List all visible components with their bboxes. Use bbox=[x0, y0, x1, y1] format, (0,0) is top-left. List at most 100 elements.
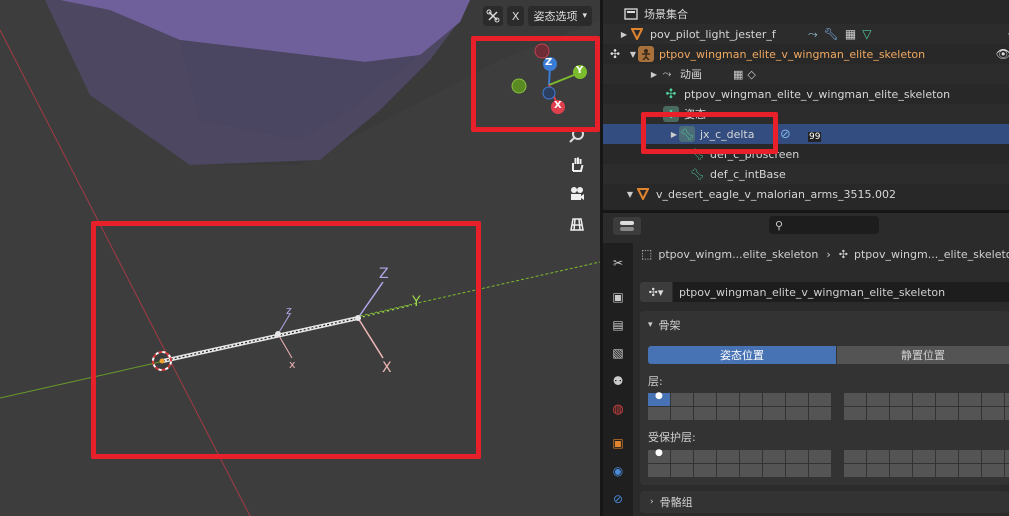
layer-toggle[interactable] bbox=[867, 450, 889, 463]
bone-select-icon[interactable] bbox=[482, 6, 503, 26]
layer-toggle[interactable] bbox=[694, 450, 716, 463]
layer-toggle[interactable] bbox=[913, 450, 935, 463]
list-item[interactable]: ✣ 姿态 bbox=[603, 104, 1009, 124]
zoom-icon[interactable] bbox=[564, 122, 590, 148]
pose-position-button[interactable]: 姿态位置 bbox=[648, 346, 836, 364]
list-item[interactable]: 🦴︎ def_c_intBase bbox=[603, 164, 1009, 184]
layer-toggle[interactable] bbox=[786, 407, 808, 420]
layer-toggle[interactable] bbox=[740, 450, 762, 463]
layer-toggle[interactable] bbox=[671, 407, 693, 420]
list-item[interactable]: ▶ pov_pilot_light_jester_f ⤳🔧︎▦▽ 👁︎ bbox=[603, 24, 1009, 44]
layer-toggle[interactable] bbox=[913, 407, 935, 420]
layer-toggle[interactable] bbox=[1005, 450, 1009, 463]
output-tab-icon[interactable]: ▤ bbox=[608, 315, 628, 335]
pose-options-dropdown[interactable]: 姿态选项 ▾ bbox=[528, 6, 592, 26]
layer-toggle[interactable] bbox=[763, 393, 785, 406]
protected-layers-grid-a[interactable] bbox=[648, 450, 831, 477]
expand-arrow-icon[interactable]: ▶ bbox=[649, 70, 659, 79]
layer-toggle[interactable] bbox=[890, 450, 912, 463]
layer-toggle[interactable] bbox=[913, 464, 935, 477]
layer-toggle[interactable] bbox=[959, 407, 981, 420]
layer-toggle[interactable] bbox=[740, 464, 762, 477]
layer-toggle[interactable] bbox=[786, 450, 808, 463]
armature-browse-icon[interactable]: ✣▾ bbox=[640, 282, 672, 302]
layer-toggle[interactable] bbox=[717, 464, 739, 477]
layer-toggle[interactable] bbox=[671, 464, 693, 477]
layer-toggle[interactable] bbox=[740, 393, 762, 406]
view-layer-tab-icon[interactable]: ▧ bbox=[608, 343, 628, 363]
render-tab-icon[interactable]: ▣ bbox=[608, 287, 628, 307]
layer-toggle[interactable] bbox=[844, 464, 866, 477]
layer-toggle[interactable] bbox=[867, 464, 889, 477]
layer-toggle[interactable] bbox=[936, 407, 958, 420]
mirror-x-button[interactable]: X bbox=[506, 6, 525, 26]
constraint-tab-icon[interactable]: ⊘ bbox=[608, 489, 628, 509]
layer-toggle[interactable] bbox=[982, 407, 1004, 420]
list-item[interactable]: 🦴︎ def_c_proscreen bbox=[603, 144, 1009, 164]
layer-toggle[interactable] bbox=[648, 464, 670, 477]
3d-viewport[interactable]: Z Y X Z X z x Y X 姿态选项 ▾ bbox=[0, 0, 600, 516]
layer-toggle[interactable] bbox=[890, 393, 912, 406]
layer-toggle[interactable] bbox=[717, 450, 739, 463]
layer-toggle[interactable] bbox=[913, 393, 935, 406]
layer-toggle[interactable] bbox=[982, 393, 1004, 406]
data-block-selector[interactable]: ✣▾ ptpov_wingman_elite_v_wingman_elite_s… bbox=[640, 282, 1009, 302]
panel-header[interactable]: ▾ 骨架 bbox=[648, 317, 681, 333]
list-item[interactable]: ✣ ▼ ptpov_wingman_elite_v_wingman_elite_… bbox=[603, 44, 1009, 64]
search-input[interactable]: ⚲ bbox=[769, 216, 879, 234]
list-item-selected[interactable]: ▶ 🦴︎ jx_c_delta ⊘ 99 bbox=[603, 124, 1009, 144]
layer-toggle[interactable] bbox=[867, 407, 889, 420]
layer-toggle[interactable] bbox=[694, 393, 716, 406]
protected-layers-grid-b[interactable] bbox=[844, 450, 1009, 477]
scene-tab-icon[interactable]: ⚉ bbox=[608, 371, 628, 391]
layer-toggle[interactable] bbox=[717, 407, 739, 420]
rest-position-button[interactable]: 静置位置 bbox=[837, 346, 1009, 364]
grid-icon[interactable] bbox=[564, 211, 590, 237]
layer-toggle[interactable] bbox=[809, 464, 831, 477]
layer-toggle[interactable] bbox=[844, 450, 866, 463]
layer-toggle[interactable] bbox=[717, 393, 739, 406]
expand-arrow-icon[interactable]: ▼ bbox=[628, 50, 638, 59]
layer-toggle[interactable] bbox=[809, 393, 831, 406]
visibility-eye-icon[interactable]: 👁︎ bbox=[996, 47, 1009, 61]
data-name-field[interactable]: ptpov_wingman_elite_v_wingman_elite_skel… bbox=[673, 282, 1009, 302]
camera-icon[interactable] bbox=[564, 181, 590, 207]
layer-toggle[interactable] bbox=[982, 464, 1004, 477]
layer-toggle[interactable] bbox=[809, 407, 831, 420]
object-tab-icon[interactable]: ▣ bbox=[608, 433, 628, 453]
layer-toggle[interactable] bbox=[1005, 464, 1009, 477]
layer-toggle[interactable] bbox=[844, 407, 866, 420]
layer-toggle[interactable] bbox=[936, 393, 958, 406]
list-item[interactable]: ▶ ⤳ 动画 ▦ ◇ bbox=[603, 64, 1009, 84]
layer-toggle[interactable] bbox=[867, 393, 889, 406]
list-item[interactable]: ▼ v_desert_eagle_v_malorian_arms_3515.00… bbox=[603, 184, 1009, 204]
layer-toggle[interactable] bbox=[1005, 393, 1009, 406]
properties-editor[interactable]: ⚲ ✂︎ ▣ ▤ ▧ ⚉ ◍ ▣ ◉ ⊘ ⬚ ptpov_wingm...eli… bbox=[603, 213, 1009, 516]
layer-toggle[interactable] bbox=[740, 407, 762, 420]
layer-toggle[interactable] bbox=[763, 407, 785, 420]
list-item[interactable]: 场景集合 bbox=[603, 4, 1009, 24]
expand-arrow-icon[interactable]: ▶ bbox=[619, 30, 629, 39]
editor-type-dropdown[interactable] bbox=[613, 217, 641, 235]
expand-arrow-icon[interactable]: ▶ bbox=[669, 130, 679, 139]
layer-toggle[interactable] bbox=[786, 464, 808, 477]
layer-toggle[interactable] bbox=[936, 450, 958, 463]
layer-toggle[interactable] bbox=[786, 393, 808, 406]
layer-toggle[interactable] bbox=[982, 450, 1004, 463]
layer-toggle[interactable] bbox=[890, 407, 912, 420]
layer-toggle[interactable] bbox=[763, 464, 785, 477]
layer-toggle[interactable] bbox=[959, 450, 981, 463]
expand-arrow-icon[interactable]: ▼ bbox=[625, 190, 635, 199]
bone-groups-panel-header[interactable]: › 骨骼组 bbox=[640, 491, 1009, 513]
layer-toggle[interactable] bbox=[671, 450, 693, 463]
layer-toggle[interactable] bbox=[1005, 407, 1009, 420]
list-item[interactable]: ✣ ptpov_wingman_elite_v_wingman_elite_sk… bbox=[603, 84, 1009, 104]
gizmo-y-label[interactable]: Y bbox=[576, 65, 583, 76]
gizmo-z-label[interactable]: Z bbox=[545, 57, 552, 68]
hand-icon[interactable] bbox=[564, 151, 590, 177]
world-tab-icon[interactable]: ◍ bbox=[608, 399, 628, 419]
physics-tab-icon[interactable]: ◉ bbox=[608, 461, 628, 481]
layer-toggle[interactable] bbox=[809, 450, 831, 463]
layer-toggle[interactable] bbox=[694, 407, 716, 420]
layer-toggle[interactable] bbox=[936, 464, 958, 477]
